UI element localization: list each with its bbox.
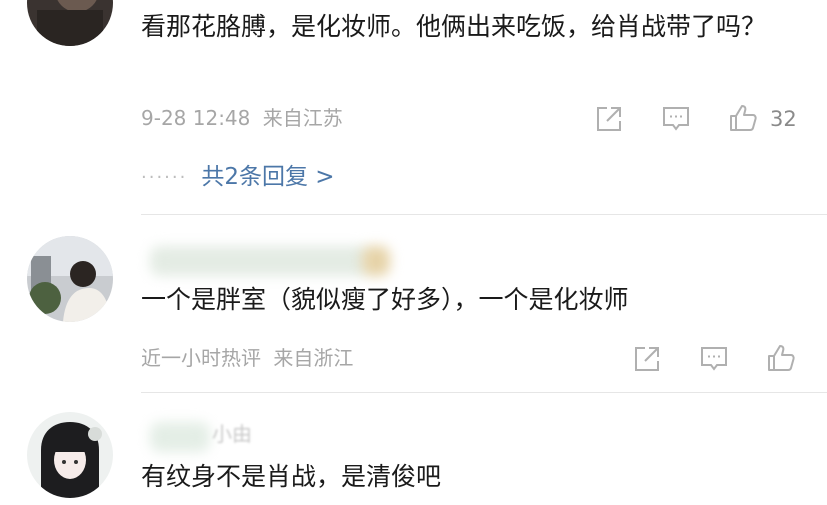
share-icon: [597, 107, 621, 131]
comment-button[interactable]: [699, 344, 729, 374]
divider: [141, 392, 827, 393]
reply-count-label: 共2条回复 >: [201, 164, 335, 190]
comment-button[interactable]: [661, 104, 691, 134]
username-blurred: [150, 422, 210, 452]
view-replies-link[interactable]: ······ 共2条回复 >: [141, 160, 335, 195]
like-count: 32: [770, 107, 797, 131]
like-button[interactable]: [766, 343, 796, 373]
comment-text: 一个是胖室（貌似瘦了好多），一个是化妆师: [141, 285, 629, 314]
thumbs-up-icon: [730, 105, 757, 131]
comment-time: 9-28 12:48: [141, 106, 251, 130]
avatar[interactable]: [27, 0, 113, 46]
comment-icon: [663, 107, 689, 131]
comment-meta: 9-28 12:48 来自江苏: [141, 104, 343, 132]
share-button[interactable]: [594, 104, 624, 134]
username-blurred: [150, 246, 370, 276]
divider: [141, 214, 827, 215]
reply-dots: ······: [141, 166, 188, 188]
comment-icon: [701, 347, 727, 371]
comment-text: 有纹身不是肖战，是清俊吧: [141, 462, 442, 491]
comment-location: 来自浙江: [273, 346, 354, 370]
comment-location: 来自江苏: [262, 106, 343, 130]
username-partial: 小由: [212, 422, 252, 446]
share-button[interactable]: [632, 344, 662, 374]
comment-time: 近一小时热评: [141, 346, 261, 370]
thumbs-up-icon: [768, 345, 795, 371]
avatar[interactable]: [27, 412, 113, 498]
comment-text: 看那花胳膊，是化妆师。他俩出来吃饭，给肖战带了吗？: [141, 12, 767, 41]
user-badge-blurred: [362, 246, 390, 276]
like-button[interactable]: [728, 103, 758, 133]
avatar[interactable]: [27, 236, 113, 322]
share-icon: [635, 347, 659, 371]
comment-meta: 近一小时热评 来自浙江: [141, 344, 353, 372]
